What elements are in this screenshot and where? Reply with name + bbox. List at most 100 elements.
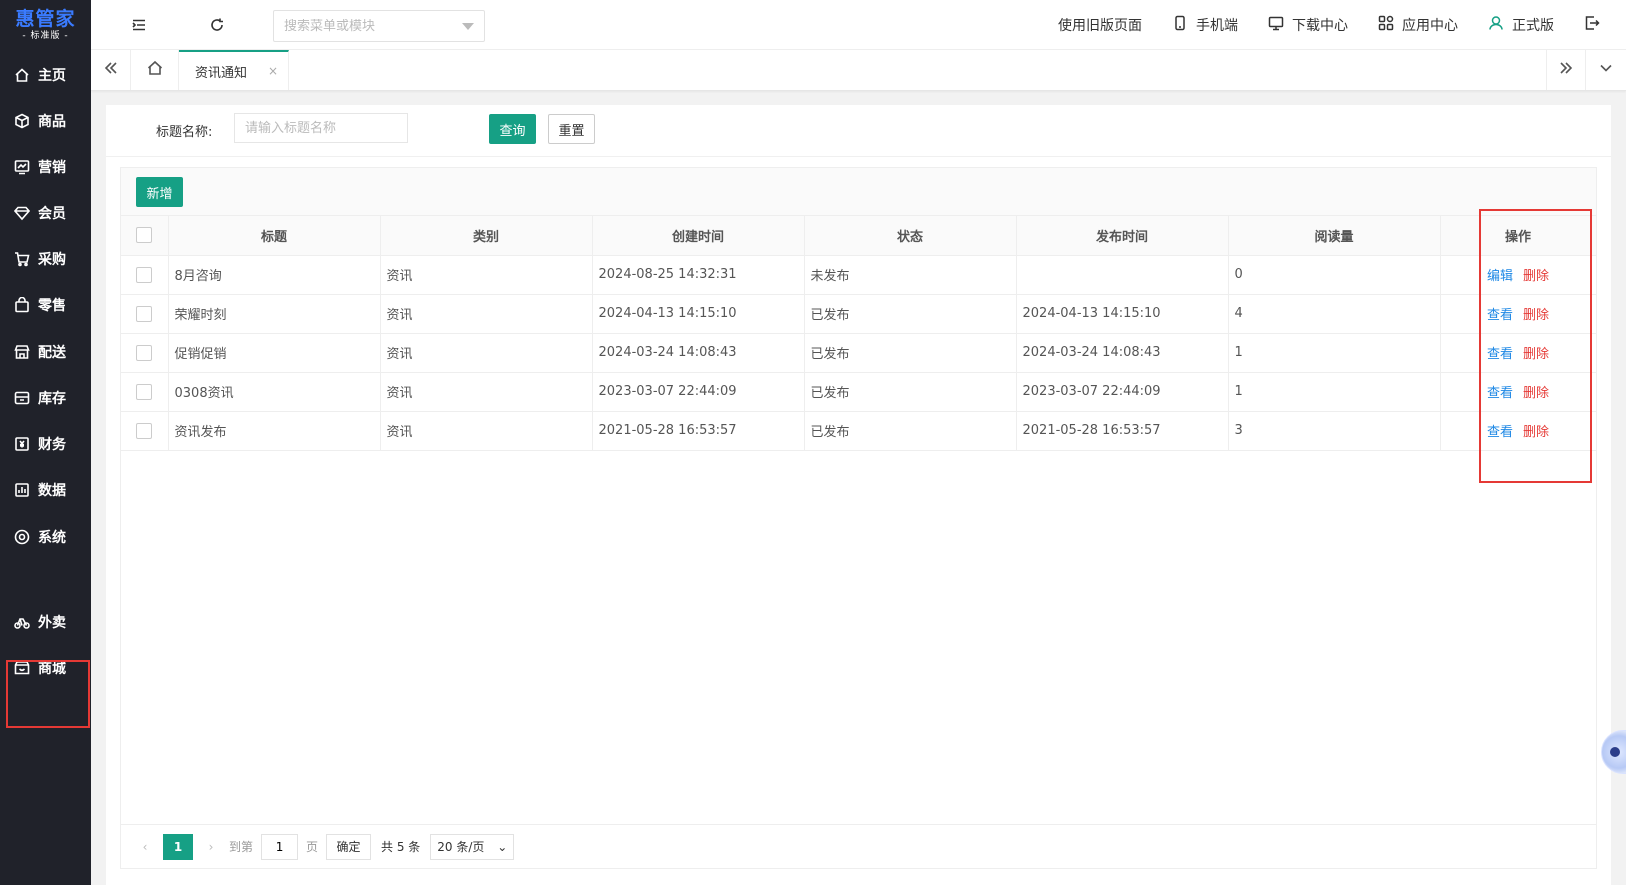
menu-toggle-icon[interactable] — [129, 15, 149, 35]
logout-button[interactable] — [1584, 15, 1608, 35]
edit-link[interactable]: 编辑 — [1487, 269, 1513, 284]
sidebar-item-delivery[interactable]: 配送 — [0, 332, 91, 372]
delete-link[interactable]: 删除 — [1523, 386, 1549, 401]
sidebar-item-label: 外卖 — [38, 615, 66, 631]
view-link[interactable]: 查看 — [1487, 347, 1513, 362]
download-center-link[interactable]: 下载中心 — [1268, 15, 1348, 35]
tabs-scroll-right-button[interactable] — [1546, 50, 1586, 90]
cell-title: 0308资讯 — [168, 372, 381, 412]
sidebar-item-retail[interactable]: 零售 — [0, 285, 91, 325]
sidebar-item-home[interactable]: 主页 — [0, 55, 91, 95]
delete-link[interactable]: 删除 — [1523, 347, 1549, 362]
home-icon — [147, 60, 163, 80]
close-icon[interactable]: × — [268, 64, 278, 78]
page-size-select[interactable]: 20 条/页 ⌄ — [430, 833, 515, 860]
top-header: 使用旧版页面 手机端 下载中心 应用中心 正式版 — [91, 0, 1626, 50]
tabs-menu-button[interactable] — [1586, 50, 1626, 90]
column-header-reads: 阅读量 — [1228, 216, 1441, 256]
cell-actions: 编辑 删除 — [1440, 255, 1597, 295]
cell-reads: 1 — [1228, 372, 1441, 412]
sidebar-item-label: 配送 — [38, 345, 66, 361]
delete-link[interactable]: 删除 — [1523, 425, 1549, 440]
current-page-button[interactable]: 1 — [163, 833, 193, 860]
cell-created: 2024-08-25 14:32:31 — [592, 255, 805, 295]
total-count: 共 5 条 — [381, 840, 421, 854]
delete-link[interactable]: 删除 — [1523, 308, 1549, 323]
view-link[interactable]: 查看 — [1487, 425, 1513, 440]
phone-icon — [1172, 15, 1196, 35]
user-icon — [1488, 15, 1512, 35]
title-filter-input[interactable] — [234, 113, 408, 143]
row-checkbox[interactable] — [136, 344, 153, 361]
view-link[interactable]: 查看 — [1487, 308, 1513, 323]
reset-button[interactable]: 重置 — [548, 114, 595, 144]
menu-search-input[interactable] — [284, 18, 454, 34]
delete-link[interactable]: 删除 — [1523, 269, 1549, 284]
row-checkbox[interactable] — [136, 266, 153, 283]
mobile-link[interactable]: 手机端 — [1172, 15, 1238, 35]
row-checkbox[interactable] — [136, 422, 153, 439]
select-all-checkbox[interactable] — [136, 227, 153, 244]
tab-news-notice[interactable]: 资讯通知 × — [179, 50, 289, 90]
chevron-down-icon — [1599, 61, 1613, 79]
refresh-icon[interactable] — [207, 15, 227, 35]
cell-category: 资讯 — [380, 294, 593, 334]
store-icon — [14, 344, 30, 360]
query-button[interactable]: 查询 — [489, 114, 536, 144]
cell-reads: 1 — [1228, 333, 1441, 373]
money-icon — [14, 436, 30, 452]
monitor-icon — [1268, 15, 1292, 35]
menu-search-box[interactable] — [273, 10, 485, 42]
app-center-link[interactable]: 应用中心 — [1378, 15, 1458, 35]
sidebar-item-system[interactable]: 系统 — [0, 517, 91, 557]
cube-icon — [14, 113, 30, 129]
next-page-icon[interactable]: › — [201, 840, 221, 854]
cell-title: 资讯发布 — [168, 411, 381, 451]
goto-page-input[interactable] — [261, 833, 299, 860]
sidebar-item-inventory[interactable]: 库存 — [0, 378, 91, 418]
account-version-link[interactable]: 正式版 — [1488, 15, 1554, 35]
app-logo[interactable]: 惠管家 - 标准版 - — [0, 0, 91, 49]
double-chevron-right-icon — [1559, 61, 1573, 79]
cell-published: 2024-03-24 14:08:43 — [1016, 333, 1229, 373]
chevron-down-icon[interactable] — [462, 23, 474, 30]
sidebar-item-goods[interactable]: 商品 — [0, 101, 91, 141]
cell-title: 促销促销 — [168, 333, 381, 373]
cart-icon — [14, 251, 30, 267]
sidebar-item-data[interactable]: 数据 — [0, 470, 91, 510]
row-select-cell — [121, 333, 169, 373]
row-checkbox[interactable] — [136, 383, 153, 400]
old-version-link[interactable]: 使用旧版页面 — [1058, 15, 1142, 35]
home-tab[interactable] — [131, 50, 179, 90]
table-header-row: 标题 类别 创建时间 状态 发布时间 阅读量 操作 — [121, 216, 1597, 256]
cell-title: 8月咨询 — [168, 255, 381, 295]
sidebar-item-label: 财务 — [38, 437, 66, 453]
logo-title: 惠管家 — [15, 7, 76, 30]
title-filter-label: 标题名称: — [156, 125, 213, 140]
cell-status: 已发布 — [804, 333, 1017, 373]
sidebar-item-marketing[interactable]: 营销 — [0, 147, 91, 187]
cell-published: 2021-05-28 16:53:57 — [1016, 411, 1229, 451]
table-row: 荣耀时刻 资讯 2024-04-13 14:15:10 已发布 2024-04-… — [121, 294, 1597, 334]
sidebar-item-label: 库存 — [38, 391, 66, 407]
tabs-scroll-left-button[interactable] — [91, 50, 131, 90]
sidebar-item-mall[interactable]: 商城 — [0, 648, 91, 688]
view-link[interactable]: 查看 — [1487, 386, 1513, 401]
prev-page-icon[interactable]: ‹ — [135, 840, 155, 854]
cell-created: 2023-03-07 22:44:09 — [592, 372, 805, 412]
cell-created: 2024-03-24 14:08:43 — [592, 333, 805, 373]
cell-status: 已发布 — [804, 372, 1017, 412]
sidebar-item-finance[interactable]: 财务 — [0, 424, 91, 464]
sidebar-item-label: 营销 — [38, 160, 66, 176]
row-checkbox[interactable] — [136, 305, 153, 322]
tab-label: 资讯通知 — [195, 65, 248, 81]
add-button[interactable]: 新增 — [136, 177, 183, 207]
filter-bar: 标题名称: 查询 重置 — [106, 105, 1611, 157]
sidebar-item-purchase[interactable]: 采购 — [0, 239, 91, 279]
cell-actions: 查看 删除 — [1440, 372, 1597, 412]
goto-confirm-button[interactable]: 确定 — [326, 833, 372, 860]
sidebar-item-takeout[interactable]: 外卖 — [0, 602, 91, 642]
cell-status: 已发布 — [804, 411, 1017, 451]
sidebar-item-member[interactable]: 会员 — [0, 193, 91, 233]
logout-icon — [1584, 15, 1608, 35]
